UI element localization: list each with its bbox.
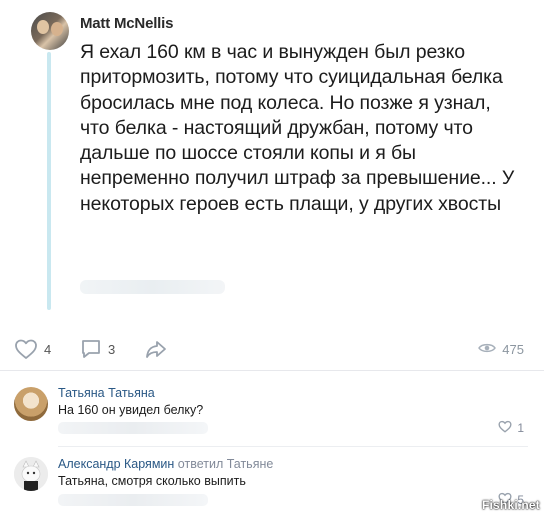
watermark: Fishki.net [481,498,540,512]
views-count: 475 [502,341,524,357]
comment-count: 3 [108,341,116,357]
comment-blurred-meta [58,494,208,506]
views-counter: 475 [478,332,524,366]
comment-like-count: 1 [517,421,524,435]
like-button[interactable]: 4 [14,332,51,366]
comment-author-name[interactable]: Александр Карямин [58,457,174,471]
reply-to-label[interactable]: ответил Татьяне [178,457,274,471]
comment-divider [58,446,528,447]
comment-button[interactable]: 3 [80,332,115,366]
eye-icon [478,342,497,357]
comment-author-avatar[interactable] [14,387,48,421]
post-text: Я ехал 160 км в час и вынужден был резко… [80,41,515,215]
avatar-face-left [37,20,49,34]
like-count: 4 [44,341,52,357]
heart-icon [498,420,512,436]
share-icon [144,338,168,360]
heart-icon [14,338,38,360]
share-button[interactable] [144,332,168,366]
comment-blurred-meta [58,422,208,434]
comment-icon [80,338,102,360]
comment-author-name[interactable]: Татьяна Татьяна [58,386,155,400]
comment-author-line: Александр Карямин ответил Татьяне [58,457,273,471]
cat-avatar-icon [14,457,48,491]
comment-text: На 160 он увидел белку? [58,403,204,417]
comment-author-avatar[interactable] [14,457,48,491]
post-card: Matt McNellis Я ехал 160 км в час и выну… [0,0,544,320]
comment-like-button[interactable]: 1 [498,420,524,436]
post-author-name[interactable]: Matt McNellis [80,15,173,32]
post-actions: 4 3 475 [0,332,544,366]
comment-text: Татьяна, смотря сколько выпить [58,474,246,488]
quote-bar [47,52,51,310]
comment-item: Александр Карямин ответил Татьяне Татьян… [0,452,544,512]
avatar-face-right [51,22,63,36]
blurred-caption [80,280,225,294]
post-author-avatar[interactable] [31,12,69,50]
comment-item: Татьяна Татьяна На 160 он увидел белку? … [0,378,544,438]
post-divider [0,370,544,371]
